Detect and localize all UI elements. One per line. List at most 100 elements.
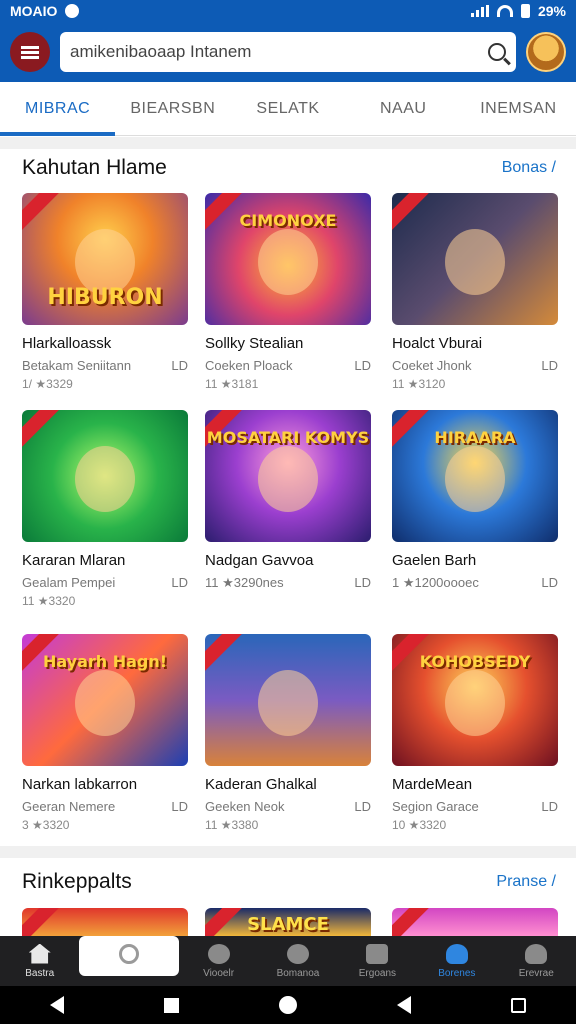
recents-icon[interactable] [511,997,526,1013]
preview-thumbnail[interactable]: SLAMCE [205,908,371,936]
game-card[interactable]: CIMONOXE Sollky Stealian Coeken Ploack LD 11… [205,193,371,391]
game-title[interactable]: Hlarkalloassk [22,335,188,352]
game-title[interactable]: Nadgan Gavvoa [205,552,371,569]
game-subtitle-row: Geeken Neok LD [205,799,371,814]
game-card[interactable]: MOSATARI KOMYS Nadgan Gavvoa 11 ★3290nes LD [205,410,371,595]
preview-thumbnail[interactable] [22,908,188,936]
battery-icon [520,4,530,18]
back-icon[interactable] [50,996,64,1014]
nav-people[interactable]: Borenes [417,936,496,986]
game-thumbnail[interactable]: Hayarh Hagn! [22,634,188,766]
game-developer: Geeken Neok [205,799,285,814]
game-badge: LD [354,799,371,814]
game-badge: LD [541,799,558,814]
board-icon [366,943,389,964]
section-title: Rinkeppalts [22,870,132,893]
section-title: Kahutan Hlame [22,156,167,179]
home-button-icon[interactable] [279,996,297,1014]
new-ribbon [205,634,242,674]
section-see-all-link[interactable]: Bonas / [502,159,556,177]
tab-inemsan[interactable]: INEMSAN [461,82,576,135]
game-badge: LD [171,358,188,373]
game-developer: Betakam Seniitann [22,358,132,373]
profile-icon [525,943,548,964]
game-card[interactable]: HIBURON Hlarkalloassk Betakam Seniitann LD 1… [22,193,188,391]
divider [0,846,576,858]
section-see-all-link[interactable]: Pranse / [496,873,556,891]
game-card[interactable]: Hayarh Hagn! Narkan labkarron Geeran Nemer… [22,634,188,832]
game-card[interactable]: Kararan Mlaran Gealam Pempei LD 11 ★3320 [22,410,188,608]
battery-percent: 29% [537,3,566,19]
game-subtitle-row: 1 ★1200oooec LD [392,575,558,591]
search-bar[interactable] [60,32,516,72]
nav-chat[interactable]: Bomanoa [258,936,337,986]
game-title[interactable]: Kararan Mlaran [22,552,188,569]
character-illustration [445,229,505,295]
game-title[interactable]: Hoalct Vburai [392,335,558,352]
game-title[interactable]: Sollky Stealian [205,335,371,352]
nav-search[interactable] [79,936,179,976]
back-arrow-icon[interactable] [397,996,411,1014]
game-subtitle-row: Coeket Jhonk LD [392,358,558,373]
game-subtitle-row: Betakam Seniitann LD [22,358,188,373]
game-rating: 11 ★3380 [205,818,259,832]
game-card[interactable]: KOHOBSEDY MardeMean Segion Garace LD 10 ★332… [392,634,558,832]
search-icon[interactable] [488,43,506,61]
carrier-label: MOAIO [10,3,58,19]
game-badge: LD [354,575,371,590]
tab-mibrac[interactable]: MIBRAC [0,82,116,136]
game-thumbnail[interactable]: CIMONOXE [205,193,371,325]
game-rating: 11 ★3320 [22,594,76,608]
game-title[interactable]: Kaderan Ghalkal [205,776,371,793]
game-thumbnail[interactable] [22,410,188,542]
game-card[interactable]: Kaderan Ghalkal Geeken Neok LD 11 ★3380 [205,634,371,832]
stop-icon[interactable] [164,997,179,1013]
game-developer: 11 ★3290nes [205,575,284,590]
game-art-title: SLAMCE [247,914,329,935]
new-ribbon [22,908,59,936]
game-thumbnail[interactable] [392,193,558,325]
game-title[interactable]: Gaelen Barh [392,552,558,569]
nav-profile[interactable]: Erevrae [497,936,576,986]
nav-label: Ergoans [358,967,397,979]
game-subtitle-row: Geeran Nemere LD [22,799,188,814]
avatar[interactable] [526,32,566,72]
character-illustration [258,446,318,512]
nav-recent[interactable]: Viooelr [179,936,258,986]
game-title[interactable]: Narkan labkarron [22,776,188,793]
search-icon [119,944,140,964]
game-title[interactable]: MardeMean [392,776,558,793]
preview-thumbnail[interactable] [392,908,558,936]
notification-icon [65,4,80,18]
tab-naau[interactable]: NAAU [346,82,461,135]
nav-label: Bomanoa [276,967,320,979]
search-input[interactable] [70,42,480,62]
game-developer: Geeran Nemere [22,799,116,814]
game-developer: Coeken Ploack [205,358,293,373]
game-thumbnail[interactable]: HIBURON [22,193,188,325]
game-card[interactable]: Hoalct Vburai Coeket Jhonk LD 11 ★3120 [392,193,558,391]
nav-home[interactable]: Bastra [0,936,79,986]
nav-board[interactable]: Ergoans [338,936,417,986]
app-menu-icon[interactable] [10,32,50,72]
tab-biearsbn[interactable]: BIEARSBN [115,82,230,135]
game-badge: LD [541,358,558,373]
home-icon [28,943,51,964]
tab-selatk[interactable]: SELATK [230,82,345,135]
game-developer: 1 ★1200oooec [392,575,479,590]
game-card[interactable]: HIRAARA Gaelen Barh 1 ★1200oooec LD [392,410,558,595]
game-thumbnail[interactable] [205,634,371,766]
game-thumbnail[interactable]: MOSATARI KOMYS [205,410,371,542]
character-illustration [75,446,135,512]
game-art-title: MOSATARI KOMYS [206,428,370,447]
wifi-icon [496,5,513,17]
nav-label: Bastra [25,967,55,979]
game-thumbnail[interactable]: HIRAARA [392,410,558,542]
game-subtitle-row: Gealam Pempei LD [22,575,188,590]
character-illustration [445,670,505,736]
game-thumbnail[interactable]: KOHOBSEDY [392,634,558,766]
game-art-title: Hayarh Hagn! [42,652,168,671]
game-rating: 11 ★3120 [392,377,446,391]
game-rating: 3 ★3320 [22,818,70,832]
character-illustration [445,446,505,512]
